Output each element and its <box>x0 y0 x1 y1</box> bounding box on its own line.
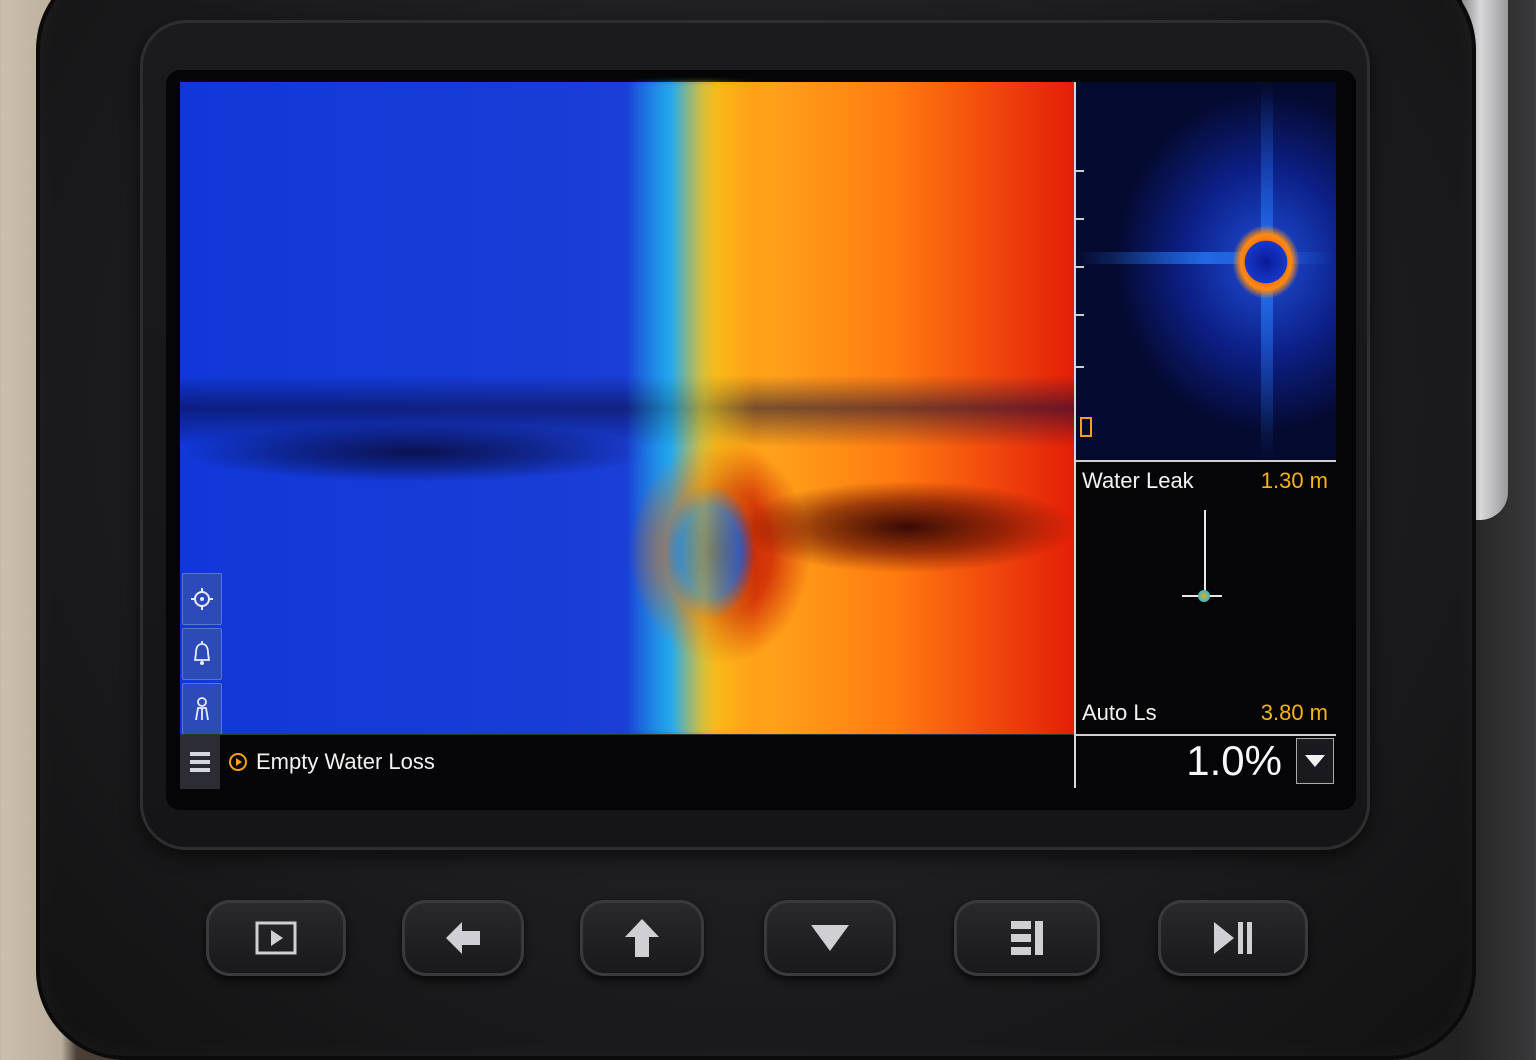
right-panel: Water Leak 1.30 m Auto Ls 3.80 m 1.0% <box>1074 82 1338 788</box>
scale-tick <box>1076 366 1084 368</box>
bell-icon <box>193 641 211 665</box>
water-leak-value: 1.30 m <box>1260 468 1328 493</box>
figure-icon <box>195 697 209 721</box>
scale-tick <box>1076 218 1084 220</box>
thermal-transition-edge <box>625 82 755 734</box>
scale-tick <box>1076 266 1084 268</box>
skip-next-icon <box>1214 922 1252 954</box>
auto-ls-value: 3.80 m <box>1260 700 1328 725</box>
mini-thermal-view[interactable] <box>1076 82 1336 462</box>
status-bar: Empty Water Loss <box>180 734 1074 789</box>
back-button[interactable] <box>402 900 524 976</box>
arrow-down-icon <box>811 925 849 951</box>
device-screen: Empty Water Loss Water Leak 1.30 m Auto … <box>166 70 1356 810</box>
zoom-value: 1.0% <box>1186 737 1282 784</box>
record-icon <box>229 753 247 771</box>
thermal-crack-left <box>180 422 650 482</box>
mode-label: Empty Water Loss <box>256 749 435 774</box>
thermal-image[interactable] <box>180 82 1074 734</box>
chevron-down-icon <box>1305 755 1325 767</box>
arrow-left-icon <box>446 922 480 954</box>
crosshair-icon <box>191 588 213 610</box>
crosshair-tool-button[interactable] <box>182 573 222 625</box>
thermal-crack-right <box>740 482 1074 572</box>
zoom-dropdown-button[interactable] <box>1296 738 1334 784</box>
play-button[interactable] <box>206 900 346 976</box>
zoom-control: 1.0% <box>1076 734 1336 788</box>
play-icon <box>255 921 297 955</box>
battery-icon <box>1080 417 1092 437</box>
grid-menu-icon <box>1011 921 1043 955</box>
menu-icon <box>190 752 210 772</box>
arrow-up-icon <box>625 919 659 957</box>
water-leak-label: Water Leak <box>1082 468 1194 493</box>
scale-tick <box>1076 170 1084 172</box>
target-marker <box>1198 590 1210 602</box>
menu-button[interactable] <box>180 735 220 789</box>
tool-column <box>182 573 222 738</box>
person-tool-button[interactable] <box>182 683 222 735</box>
target-vertical-line <box>1204 510 1206 598</box>
menu-hardware-button[interactable] <box>954 900 1100 976</box>
leak-readout: Water Leak 1.30 m Auto Ls 3.80 m <box>1076 462 1336 736</box>
auto-ls-label: Auto Ls <box>1082 700 1157 725</box>
alarm-tool-button[interactable] <box>182 628 222 680</box>
down-button[interactable] <box>764 900 896 976</box>
skip-button[interactable] <box>1158 900 1308 976</box>
scale-ticks <box>1076 82 1086 460</box>
scale-tick <box>1076 314 1084 316</box>
up-button[interactable] <box>580 900 704 976</box>
